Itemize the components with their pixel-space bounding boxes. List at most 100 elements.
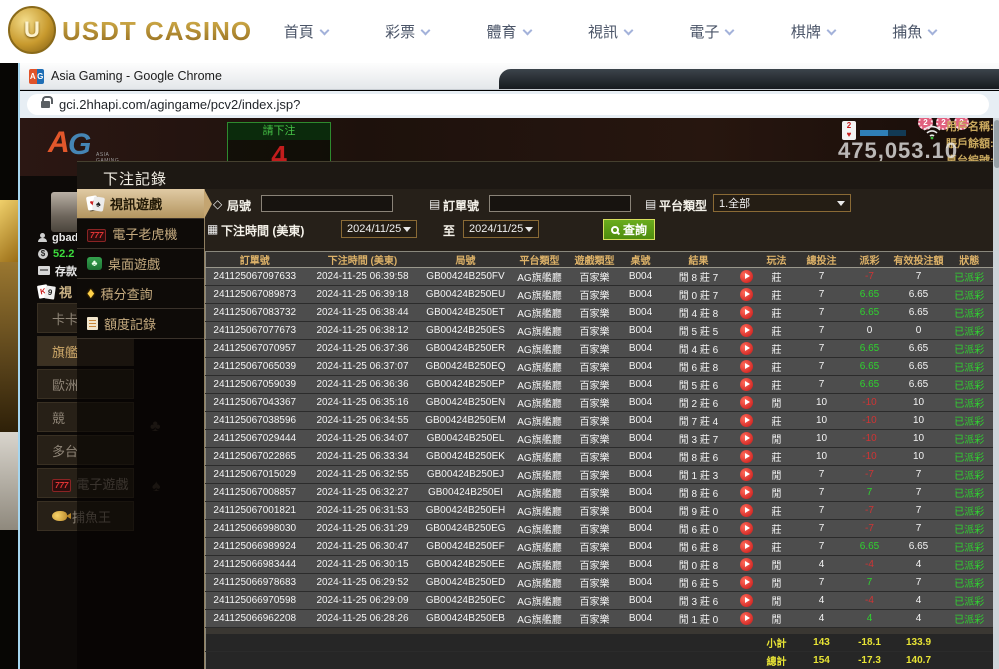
table-row: 2411250669980302024-11-25 06:31:29GB0042… — [206, 520, 994, 538]
bet-side: 莊 — [758, 322, 796, 340]
table-row: 2411250670150292024-11-25 06:32:55GB0042… — [206, 466, 994, 484]
nav-item[interactable]: 電子 — [689, 21, 733, 42]
video-label: 視 — [59, 282, 72, 301]
nav-item[interactable]: 彩票 — [385, 21, 429, 42]
replay-icon[interactable] — [740, 594, 753, 607]
game-type: 百家樂 — [570, 520, 620, 538]
replay-icon[interactable] — [740, 288, 753, 301]
replay-icon[interactable] — [740, 306, 753, 319]
deposit-row[interactable]: 存款 — [38, 263, 77, 278]
valid-bet: 6.65 — [892, 304, 946, 322]
brand-coin-logo-icon: U — [8, 6, 56, 54]
replay-icon[interactable] — [740, 468, 753, 481]
replay-icon[interactable] — [740, 612, 753, 625]
replay-icon[interactable] — [740, 504, 753, 517]
total-bet: 4 — [796, 592, 848, 610]
nav-item[interactable]: 首頁 — [284, 21, 328, 42]
game-type: 百家樂 — [570, 358, 620, 376]
table-row: 2411250670976332024-11-25 06:39:58GB0042… — [206, 268, 994, 286]
search-button[interactable]: 查詢 — [603, 219, 655, 240]
valid-bet: 6.65 — [892, 376, 946, 394]
replay-icon[interactable] — [740, 414, 753, 427]
order-no: 241125067015029 — [206, 466, 304, 484]
replay-icon[interactable] — [740, 342, 753, 355]
replay-icon[interactable] — [740, 558, 753, 571]
bet-side: 閒 — [758, 430, 796, 448]
ag-menu-label: 多台 — [52, 441, 78, 460]
replay-icon[interactable] — [740, 540, 753, 553]
replay-icon[interactable] — [740, 270, 753, 283]
bet-time: 2024-11-25 06:38:12 — [304, 322, 422, 340]
result: 閒 3 莊 7 — [662, 430, 736, 448]
valid-bet: 7 — [892, 268, 946, 286]
platform: AG旗艦廳 — [510, 412, 570, 430]
replay-icon[interactable] — [740, 324, 753, 337]
tab-視訊遊戲[interactable]: 視訊遊戲 — [77, 189, 204, 219]
scrollbar-thumb[interactable] — [994, 120, 999, 168]
subtotal-row: 小計143-18.1133.9 — [206, 634, 994, 652]
tag-icon — [213, 197, 222, 211]
order-input[interactable] — [489, 195, 631, 212]
result: 閒 9 莊 0 — [662, 502, 736, 520]
nav-item[interactable]: 棋牌 — [791, 21, 835, 42]
round-no: GB00424B250EP — [422, 376, 510, 394]
date-to-select[interactable]: 2024/11/25 — [463, 220, 539, 238]
round-no: GB00424B250EF — [422, 538, 510, 556]
order-no: 241125067089873 — [206, 286, 304, 304]
slots-777-icon — [87, 226, 106, 241]
tab-積分查詢[interactable]: 積分查詢 — [77, 279, 204, 309]
table-body: 2411250670976332024-11-25 06:39:58GB0042… — [206, 268, 994, 669]
replay-cell — [736, 412, 758, 430]
empty-cell — [422, 634, 510, 652]
replay-icon[interactable] — [740, 522, 753, 535]
replay-icon[interactable] — [740, 378, 753, 391]
video-row[interactable]: 視 — [38, 284, 72, 299]
nav-item[interactable]: 體育 — [487, 21, 531, 42]
replay-icon[interactable] — [740, 576, 753, 589]
replay-cell — [736, 466, 758, 484]
payout: 0 — [848, 322, 892, 340]
valid-bet: 10 — [892, 430, 946, 448]
order-no: 241125066978683 — [206, 574, 304, 592]
column-header: 遊戲類型 — [570, 252, 620, 268]
ag-favicon-icon: AG — [29, 69, 44, 84]
bet-side: 閒 — [758, 592, 796, 610]
replay-icon[interactable] — [740, 396, 753, 409]
empty-cell — [662, 652, 736, 669]
tab-桌面遊戲[interactable]: 桌面遊戲 — [77, 249, 204, 279]
chevron-down-icon — [522, 26, 532, 36]
nav-item[interactable]: 捕魚 — [892, 21, 936, 42]
replay-icon[interactable] — [740, 486, 753, 499]
order-no: 241125066962208 — [206, 610, 304, 628]
bet-side: 莊 — [758, 340, 796, 358]
replay-icon[interactable] — [740, 450, 753, 463]
replay-icon[interactable] — [740, 360, 753, 373]
empty-cell — [304, 652, 422, 669]
total-bet: 7 — [796, 520, 848, 538]
platform-select[interactable]: 1.全部 — [713, 194, 851, 212]
address-bar[interactable]: gci.2hhapi.com/agingame/pcv2/index.jsp? — [27, 94, 989, 115]
date-from-select[interactable]: 2024/11/25 — [341, 220, 417, 238]
round-input[interactable] — [261, 195, 393, 212]
subtotal-row-total: 143 — [796, 634, 848, 652]
total-bet: 10 — [796, 412, 848, 430]
order-no: 241125067059039 — [206, 376, 304, 394]
tab-額度記錄[interactable]: 額度記錄 — [77, 309, 204, 339]
replay-icon[interactable] — [740, 432, 753, 445]
browser-titlebar[interactable]: AG Asia Gaming - Google Chrome — [20, 63, 999, 90]
modal-title: 下注記錄 — [103, 168, 167, 189]
game-type: 百家樂 — [570, 322, 620, 340]
scrollbar[interactable] — [993, 118, 999, 669]
table-no: B004 — [620, 448, 662, 466]
bet-side: 閒 — [758, 556, 796, 574]
platform: AG旗艦廳 — [510, 520, 570, 538]
tab-電子老虎機[interactable]: 電子老虎機 — [77, 219, 204, 249]
table-row: 2411250670837322024-11-25 06:38:44GB0042… — [206, 304, 994, 322]
result: 閒 2 莊 6 — [662, 394, 736, 412]
nav-item[interactable]: 視訊 — [588, 21, 632, 42]
valid-bet: 6.65 — [892, 538, 946, 556]
chevron-down-icon — [421, 26, 431, 36]
total-bet: 7 — [796, 574, 848, 592]
bet-time: 2024-11-25 06:29:52 — [304, 574, 422, 592]
replay-cell — [736, 610, 758, 628]
